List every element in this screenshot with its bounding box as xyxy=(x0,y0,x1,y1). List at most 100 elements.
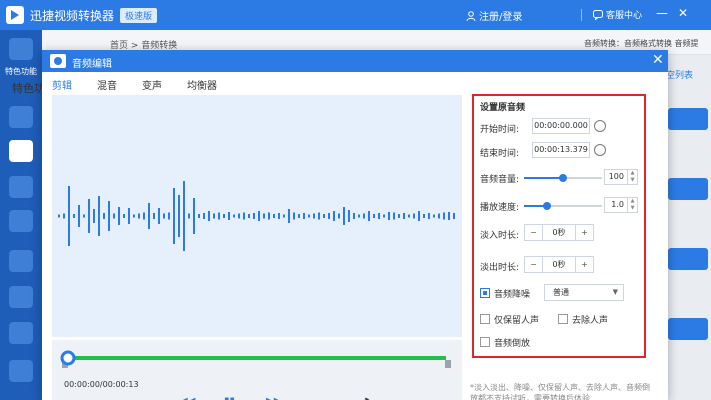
trim-end-handle[interactable] xyxy=(445,360,451,368)
speed-value[interactable]: 1.0 xyxy=(604,197,628,213)
fade-out-minus-button[interactable]: − xyxy=(525,257,542,272)
minimize-button[interactable]: — xyxy=(656,6,668,20)
row-action-button[interactable] xyxy=(668,318,708,340)
rewind-button[interactable]: ◀◀ xyxy=(180,396,195,400)
waveform-bar xyxy=(148,203,150,229)
keep-voice-checkbox[interactable] xyxy=(480,314,490,324)
trim-timeline[interactable] xyxy=(52,340,462,400)
sidebar-video-convert-icon[interactable] xyxy=(9,106,33,128)
waveform-bar xyxy=(123,214,125,218)
waveform-bar xyxy=(133,214,135,218)
reset-end-icon[interactable] xyxy=(594,144,606,156)
sidebar-featured-label: 特色功能 xyxy=(5,67,37,76)
tab-clip[interactable]: 剪辑 xyxy=(52,77,72,92)
waveform-bar xyxy=(398,214,400,218)
row-action-button[interactable] xyxy=(668,248,708,270)
waveform-bar xyxy=(263,213,265,219)
dialog-close-button[interactable]: ✕ xyxy=(652,52,664,68)
start-time-input[interactable]: 00:00:00.000 xyxy=(532,118,590,134)
tab-mix[interactable]: 混音 xyxy=(97,77,117,92)
volume-slider-fill xyxy=(524,177,563,179)
waveform-bar xyxy=(278,213,280,219)
reverse-label: 音频倒放 xyxy=(494,339,531,349)
waveform-bar xyxy=(178,195,180,237)
sidebar-more-icon[interactable] xyxy=(9,360,33,382)
fade-out-plus-button[interactable]: + xyxy=(576,257,593,272)
denoise-select[interactable]: 普通 ▼ xyxy=(544,284,624,301)
waveform-bar xyxy=(318,212,320,220)
volume-slider[interactable] xyxy=(524,174,602,182)
row-action-button[interactable] xyxy=(668,108,708,130)
clear-list-link[interactable]: 空列表 xyxy=(666,68,693,81)
sidebar-featured-icon[interactable] xyxy=(9,38,33,60)
reverse-checkbox[interactable] xyxy=(480,337,490,347)
waveform-bar xyxy=(128,208,130,224)
waveform-bar xyxy=(83,214,85,218)
waveform-bar xyxy=(363,213,365,219)
volume-slider-knob[interactable] xyxy=(559,174,567,182)
close-window-button[interactable]: ✕ xyxy=(678,6,688,20)
tab-equalizer[interactable]: 均衡器 xyxy=(187,77,217,92)
waveform-bar xyxy=(258,211,260,221)
edit-tabs: 剪辑 混音 变声 均衡器 xyxy=(52,77,217,92)
waveform-bar xyxy=(73,214,75,218)
sidebar-video-edit-icon[interactable] xyxy=(9,210,33,232)
sidebar-video-compress-icon[interactable] xyxy=(9,176,33,198)
waveform-bar xyxy=(223,214,225,218)
fade-in-minus-button[interactable]: − xyxy=(525,225,542,240)
row-action-button[interactable] xyxy=(668,178,708,200)
login-link[interactable]: 注册/登录 xyxy=(466,8,522,23)
tab-voice-change[interactable]: 变声 xyxy=(142,77,162,92)
titlebar-divider xyxy=(581,9,582,21)
waveform-bar xyxy=(243,212,245,220)
volume-value[interactable]: 100 xyxy=(604,169,628,185)
app-title: 迅捷视频转换器 xyxy=(30,8,115,23)
audio-waveform xyxy=(58,181,455,251)
waveform-bar xyxy=(393,212,395,220)
time-readout: 00:00:00/00:00:13 xyxy=(64,380,139,389)
speed-slider[interactable] xyxy=(524,202,602,210)
waveform-bar xyxy=(333,211,335,221)
waveform-bar xyxy=(248,214,250,218)
waveform-bar xyxy=(383,214,385,218)
user-icon xyxy=(466,10,476,21)
fade-in-label: 淡入时长: xyxy=(480,231,520,241)
playhead[interactable] xyxy=(60,350,76,366)
remove-voice-checkbox[interactable] xyxy=(558,314,568,324)
reset-start-icon[interactable] xyxy=(594,120,606,132)
waveform-bar xyxy=(118,207,120,225)
sidebar-screen-record-icon[interactable] xyxy=(9,250,33,272)
waveform-bar xyxy=(368,211,370,221)
fade-in-plus-button[interactable]: + xyxy=(576,225,593,240)
waveform-bar xyxy=(358,214,360,218)
waveform-bar xyxy=(203,213,205,219)
speed-slider-knob[interactable] xyxy=(543,202,552,210)
denoise-checkbox[interactable] xyxy=(480,288,490,298)
volume-icon[interactable]: 🔈 xyxy=(362,396,374,400)
sidebar-image-icon[interactable] xyxy=(9,322,33,344)
waveform-bar xyxy=(228,212,230,220)
waveform-bar xyxy=(273,214,275,218)
waveform-bar xyxy=(293,212,295,220)
waveform-bar xyxy=(238,213,240,219)
sidebar-audio-convert-icon[interactable] xyxy=(9,140,33,162)
waveform-bar xyxy=(378,213,380,219)
waveform-bar xyxy=(268,212,270,220)
waveform-bar xyxy=(183,181,185,251)
sidebar-merge-icon[interactable] xyxy=(9,286,33,308)
fade-in-value[interactable]: 0秒 xyxy=(542,225,576,240)
volume-spinner[interactable]: ▲ ▼ xyxy=(628,169,638,185)
forward-button[interactable]: ▶▶ xyxy=(266,396,281,400)
waveform-bar xyxy=(68,186,70,246)
end-time-label: 结束时间: xyxy=(480,149,520,159)
fade-out-value[interactable]: 0秒 xyxy=(542,257,576,272)
service-center-link[interactable]: 客服中心 xyxy=(593,8,642,21)
end-time-input[interactable]: 00:00:13.379 xyxy=(532,142,590,158)
pause-button[interactable]: ▮▮ xyxy=(224,396,235,400)
audio-convert-note: 音频转换：音频格式转换 音频提 xyxy=(584,39,699,48)
playback-area xyxy=(52,340,462,400)
fade-out-stepper: − 0秒 + xyxy=(524,256,594,273)
speed-spinner[interactable]: ▲ ▼ xyxy=(628,197,638,213)
waveform-bar xyxy=(233,214,235,218)
waveform-bar xyxy=(328,213,330,219)
